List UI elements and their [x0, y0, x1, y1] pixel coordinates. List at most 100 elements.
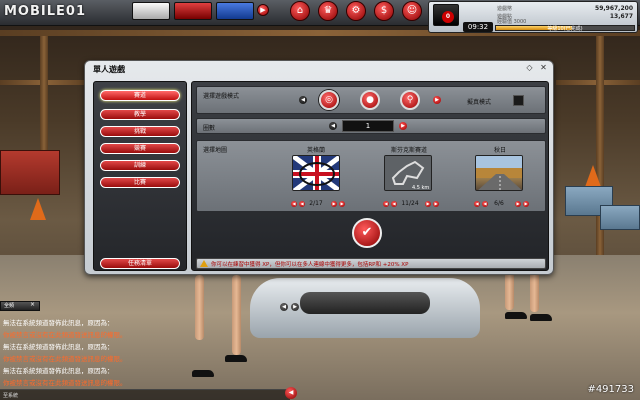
mode-menu-panel: 賽道 教學 挑戰 競賽 訓練 比賽 任務清單	[93, 81, 187, 271]
track-length: 4.5 km	[412, 185, 429, 191]
menu-item-training[interactable]: 訓練	[100, 160, 180, 171]
xp-info-text: 你可以在練習中獲得 XP，但你可以在多人連線中獲得更多，包括RP和 +20% X…	[211, 262, 409, 268]
map3-next-button[interactable]: ▶	[515, 201, 521, 207]
laps-increase-button[interactable]: ▶	[399, 122, 407, 130]
chat-message: 你被禁言或沒有在此頻道發送訊息的權限。	[3, 379, 127, 387]
laps-decrease-button[interactable]: ◀	[329, 122, 337, 130]
mode-prev-button[interactable]: ◀	[299, 96, 307, 104]
map2-prev-button[interactable]: ◀	[383, 201, 389, 207]
map-count-england: 2/17	[309, 200, 323, 207]
menu-item-challenge[interactable]: 挑戰	[100, 126, 180, 137]
traffic-cone	[30, 198, 46, 220]
close-icon[interactable]: ×	[30, 301, 35, 308]
car-thumb-white[interactable]	[132, 2, 170, 20]
car-scroll-right-button[interactable]: ▶	[257, 4, 269, 16]
garage-button[interactable]: ⚙	[346, 1, 366, 21]
laps-row: 圈數 ◀ 1 ▶	[196, 118, 546, 134]
tire-icon: ●	[366, 95, 374, 105]
map3-next2-button[interactable]: ▶	[523, 201, 529, 207]
menu-item-tutorial[interactable]: 教學	[100, 109, 180, 120]
clock: 09:32	[463, 22, 493, 32]
mode-race-button[interactable]: ◎	[319, 90, 339, 110]
steering-wheel-icon: ◎	[325, 95, 333, 105]
map-select-label: 選擇地圖	[203, 147, 228, 154]
game-mode-row: 選擇遊戲模式 ◀ ◎ ● ⚲ ▶ 擬真模式	[196, 86, 546, 114]
game-logo: MOBILE01	[4, 4, 86, 19]
map-count-sphinx: 11/24	[401, 200, 419, 207]
car-grill	[300, 292, 430, 314]
crate	[600, 205, 640, 230]
map1-next-button[interactable]: ▶	[331, 201, 337, 207]
xp-text: 等級10(已完成)	[547, 26, 583, 32]
watermark-id: #491733	[587, 384, 634, 395]
map-count-autumn: 6/6	[494, 200, 504, 207]
chat-panel: 全頻 × 無法在系統頻道發佈此訊息，原因為： 你被禁言或沒有在此頻道發送訊息的權…	[0, 301, 300, 400]
map2-next-button[interactable]: ▶	[425, 201, 431, 207]
mode-search-button[interactable]: ⚲	[400, 90, 420, 110]
mode-next-button[interactable]: ▶	[433, 96, 441, 104]
gear-icon: ⚙	[351, 5, 361, 16]
chat-channel-label: 至系統	[3, 393, 19, 399]
menu-item-track[interactable]: 賽道	[100, 90, 180, 101]
stat-value: 59,967,200	[595, 5, 633, 12]
xp-label-row: 經驗值 3000	[495, 18, 635, 25]
realism-mode-label: 擬真模式	[467, 99, 492, 106]
chat-message: 你被禁言或沒有在此頻道發送訊息的權限。	[3, 355, 127, 363]
coin-icon: $	[380, 5, 388, 16]
community-button[interactable]: ☺	[402, 1, 422, 21]
menu-item-race[interactable]: 比賽	[100, 177, 180, 188]
start-race-button[interactable]: ✔	[352, 218, 382, 248]
wall-post	[40, 36, 48, 166]
track-layout-icon: 4.5 km	[385, 156, 431, 191]
player-status-panel: 0 09:32 遊戲幣 59,967,200 遊戲點 13,677 經驗值 30…	[428, 1, 638, 33]
model-leg	[530, 272, 539, 312]
menu-item-contest[interactable]: 競賽	[100, 143, 180, 154]
mission-list-button[interactable]: 任務清單	[100, 258, 180, 269]
help-icon[interactable]: ◇	[525, 64, 534, 73]
map3-prev-button[interactable]: ◀	[474, 201, 480, 207]
chat-send-button[interactable]: ◀	[285, 387, 297, 399]
wall-post	[596, 36, 604, 266]
map-select-row: 選擇地圖 英格蘭 ◀ ◀ 2/17 ▶ ▶ 斯芬克斯賽道 4.5 km ◀ ◀ …	[196, 140, 546, 212]
xp-info-bar: 你可以在練習中獲得 XP，但你可以在多人連線中獲得更多，包括RP和 +20% X…	[196, 258, 546, 269]
shop-button[interactable]: $	[374, 1, 394, 21]
chat-page-next-button[interactable]: ▶	[291, 303, 299, 311]
map-name-england: 英格蘭	[306, 147, 325, 154]
chat-message: 無法在系統頻道發佈此訊息，原因為：	[3, 367, 114, 375]
traffic-cone	[585, 165, 601, 187]
trophy-icon: ♛	[323, 5, 333, 16]
map-name-sphinx: 斯芬克斯賽道	[390, 147, 427, 154]
home-button[interactable]: ⌂	[290, 1, 310, 21]
close-icon[interactable]: ✕	[539, 64, 548, 73]
map-thumb-sphinx[interactable]: 4.5 km	[384, 155, 432, 191]
model-leg	[505, 272, 514, 310]
thumbs-up-icon: ✔	[361, 225, 373, 240]
laps-value: 1	[342, 120, 394, 132]
home-icon: ⌂	[296, 5, 304, 16]
stat-label: 遊戲幣	[497, 6, 513, 12]
chat-input[interactable]: 至系統	[0, 389, 290, 400]
map1-next2-button[interactable]: ▶	[339, 201, 345, 207]
tool-cabinet	[0, 150, 60, 195]
chat-message: 無法在系統頻道發佈此訊息，原因為：	[3, 319, 114, 327]
map-name-autumn: 秋日	[493, 147, 506, 154]
notification-badge: 0	[442, 11, 454, 23]
union-jack-icon	[293, 156, 339, 190]
mode-drift-button[interactable]: ●	[360, 90, 380, 110]
map-thumb-autumn[interactable]	[475, 155, 523, 191]
autumn-road-icon	[476, 156, 522, 190]
xp-label: 經驗值 3000	[497, 19, 527, 25]
map-thumb-england[interactable]	[292, 155, 340, 191]
realism-mode-checkbox[interactable]	[513, 95, 524, 106]
player-avatar[interactable]: 0	[433, 4, 459, 26]
magnifier-icon: ⚲	[406, 95, 414, 105]
model-shoe	[505, 312, 527, 319]
car-thumb-red[interactable]	[174, 2, 212, 20]
car-thumb-blue[interactable]	[216, 2, 254, 20]
game-mode-label: 選擇遊戲模式	[203, 93, 240, 100]
model-shoe	[530, 314, 552, 321]
trophy-button[interactable]: ♛	[318, 1, 338, 21]
map1-prev-button[interactable]: ◀	[291, 201, 297, 207]
chat-page-prev-button[interactable]: ◀	[280, 303, 288, 311]
map2-next2-button[interactable]: ▶	[433, 201, 439, 207]
